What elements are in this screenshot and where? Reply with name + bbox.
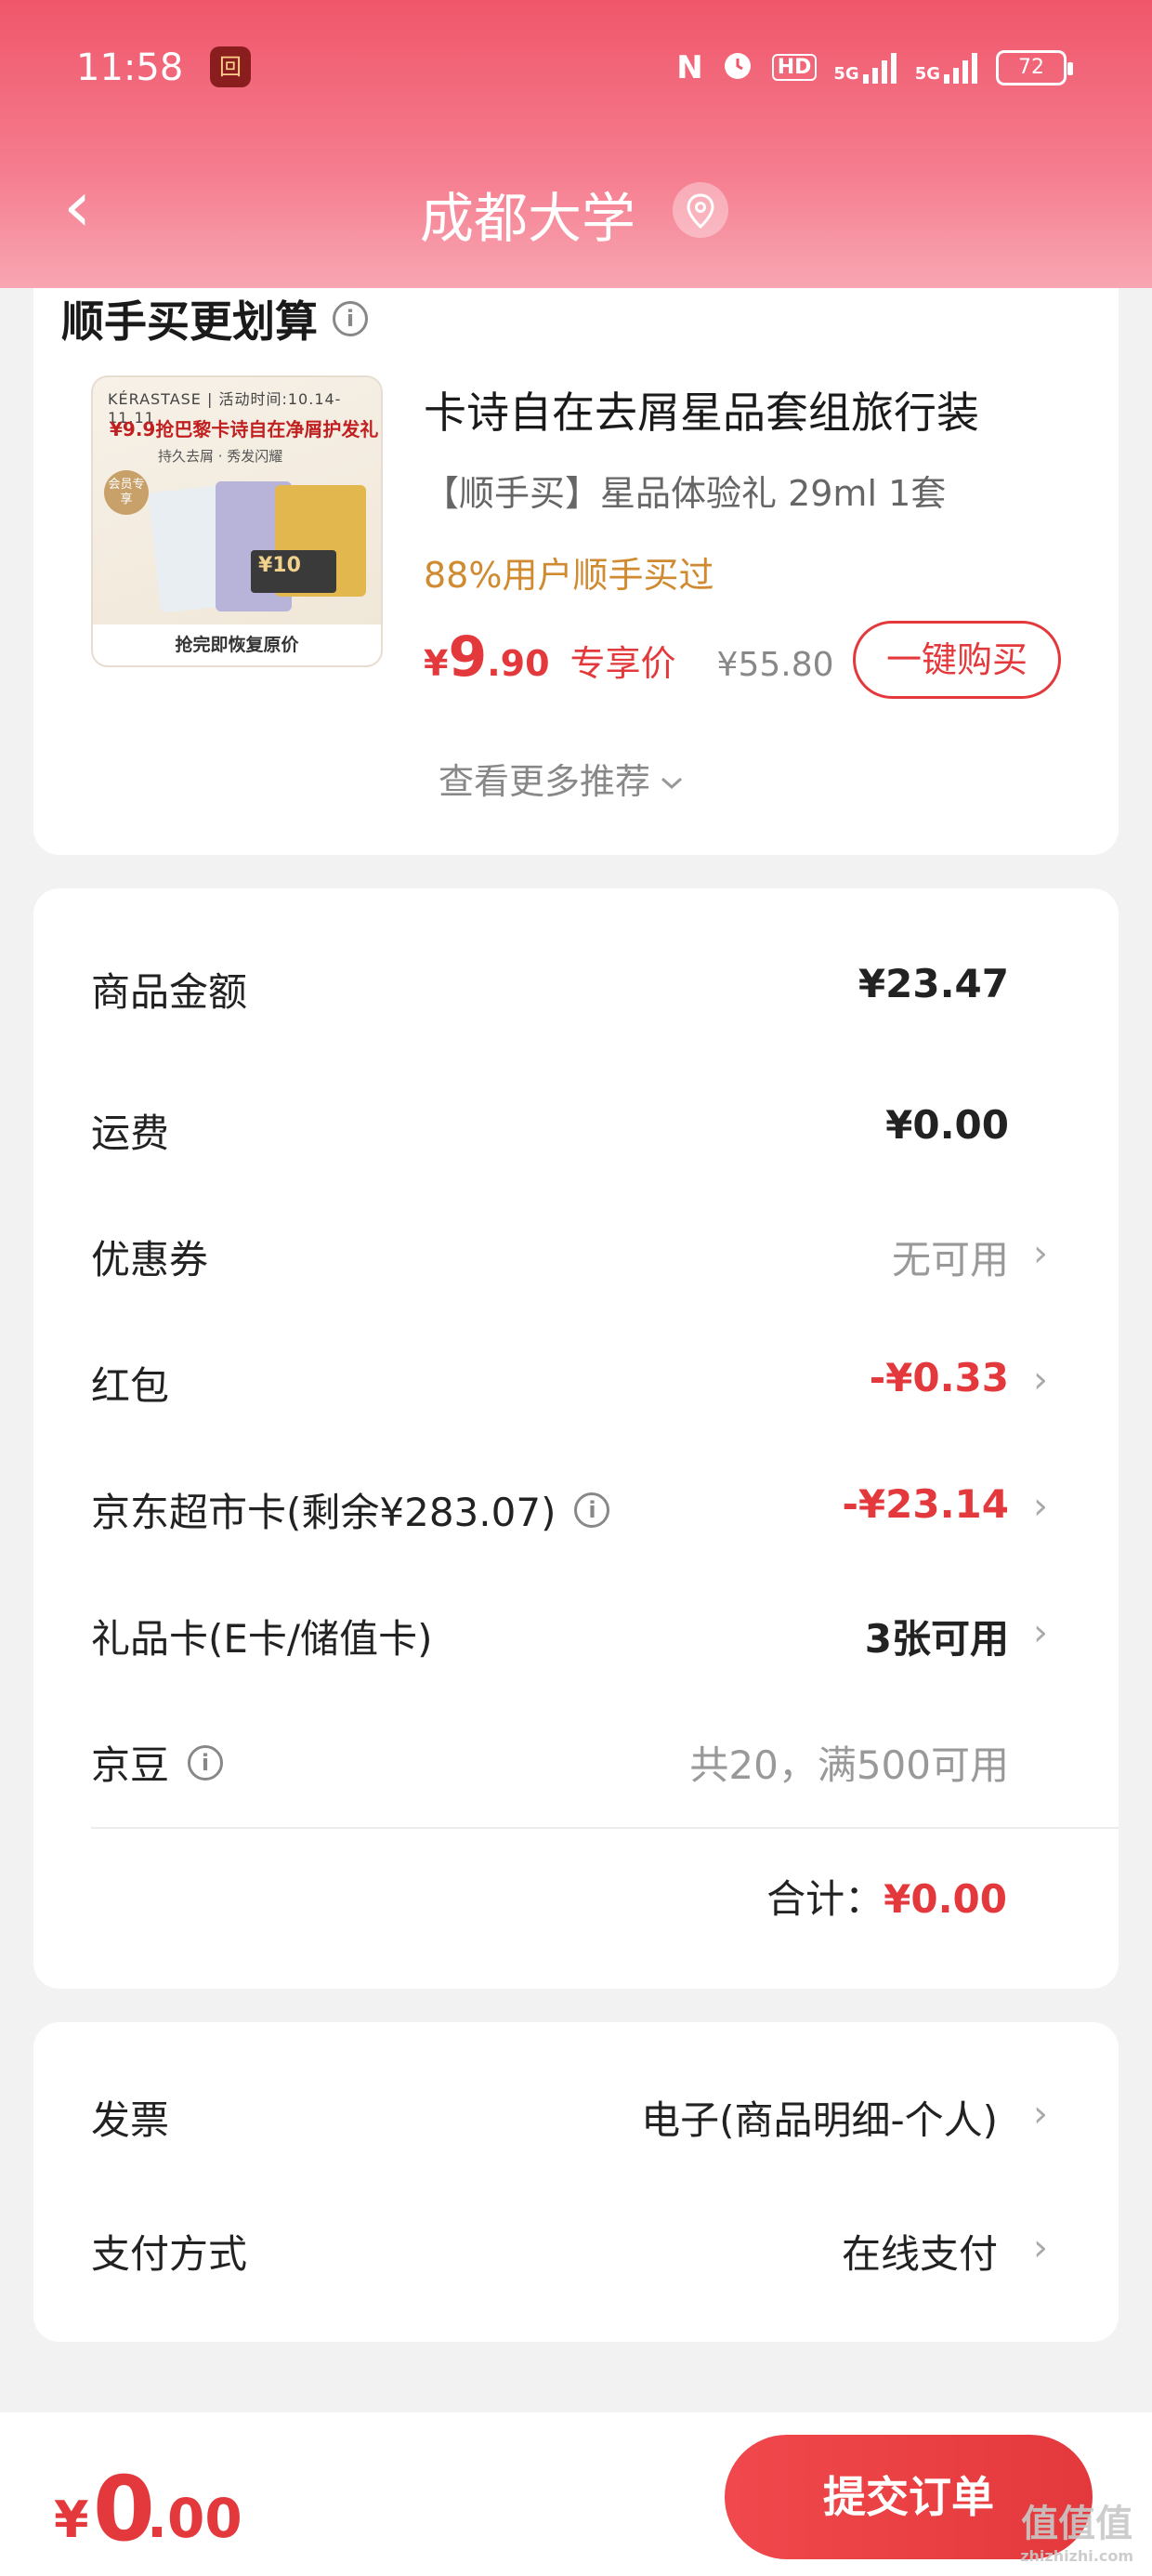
divider [91,1827,1119,1829]
row-value: -¥0.33 [869,1355,1009,1400]
row-label: 红包 [91,1363,170,1409]
location-pin-icon[interactable] [673,182,728,238]
info-icon[interactable]: i [574,1492,610,1528]
total-label: 合计： [766,1876,884,1922]
row-value: 电子(商品明细-个人) [641,2097,998,2143]
chevron-right-icon: › [1033,1232,1048,1275]
upsell-section-title: 顺手买更划算 i [61,288,368,349]
chevron-right-icon: › [1033,1359,1048,1401]
one-click-buy-button[interactable]: 一键购买 [853,621,1061,699]
watermark-text: 值值值 [1021,2503,1133,2545]
original-price: ¥55.80 [716,646,834,684]
order-total: 合计：¥0.00 [766,1868,1007,1925]
watermark-sub: zhizhizhi.com [1020,2547,1133,2565]
product-image-sub: 持久去屑 · 秀发闪耀 [158,448,283,465]
price-row: ¥ 9 .90 专享价 ¥55.80 [424,624,834,690]
summary-row-red-packet[interactable]: 红包 -¥0.33 › [91,1355,1067,1420]
info-icon[interactable]: i [188,1744,224,1781]
row-label: 礼品卡(E卡/储值卡) [91,1616,433,1662]
nav-bar: ‹ 成都大学 [0,158,1152,260]
invoice-row[interactable]: 发票 电子(商品明细-个人) › [91,2089,1067,2154]
summary-row-shipping: 运费 ¥0.00 [91,1102,1067,1167]
signal-5g-icon: 5G [833,52,897,84]
status-time: 11:58 [76,46,184,89]
product-desc: 【顺手买】星品体验礼 29ml 1套 [424,473,947,514]
hd-icon: HD [771,54,818,81]
nfc-icon: N [676,48,703,86]
chevron-down-icon [660,758,684,799]
app-notification-icon: 回 [210,46,251,87]
social-proof: 88%用户顺手买过 [424,555,714,596]
row-label: 运费 [91,1111,170,1156]
row-value: ¥23.47 [857,961,1009,1006]
status-icons: N HD 5G 5G 72 [676,46,1073,88]
row-label: 京豆 [91,1742,170,1788]
summary-row-coupon[interactable]: 优惠券 无可用 › [91,1229,1067,1294]
summary-row-supermarket-card[interactable]: 京东超市卡(剩余¥283.07) i -¥23.14 › [91,1481,1067,1546]
row-label: 商品金额 [91,969,248,1015]
row-value: 3张可用 [864,1616,1009,1662]
product-image-tag: 会员专享 [104,470,149,515]
row-value: ¥0.00 [885,1102,1009,1148]
bottom-bar: ¥ 0 .00 提交订单 值值值 zhizhizhi.com [0,2412,1152,2576]
signal-5g-label-2: 5G [914,63,940,84]
summary-row-gift-card[interactable]: 礼品卡(E卡/储值卡) 3张可用 › [91,1608,1067,1673]
upsell-title-text: 顺手买更划算 [61,296,318,347]
chevron-right-icon: › [1033,1485,1048,1528]
row-label: 优惠券 [91,1237,209,1282]
total-amount: ¥0.00 [884,1876,1007,1922]
more-recommendations-link[interactable]: 查看更多推荐 [439,753,684,804]
order-summary-card [33,888,1119,1989]
pay-amount-symbol: ¥ [54,2491,89,2549]
info-icon[interactable]: i [333,301,368,336]
chevron-right-icon: › [1033,2093,1048,2136]
product-name[interactable]: 卡诗自在去屑星品套组旅行装 [424,379,979,440]
price-symbol: ¥ [424,643,449,684]
pay-amount-integer: 0 [93,2457,155,2561]
header: 11:58 回 N HD 5G 5G 72 ‹ 成都大学 [0,0,1152,288]
row-value: 无可用 [891,1237,1009,1282]
battery-icon: 72 [996,49,1073,85]
chevron-right-icon: › [1033,2227,1048,2269]
order-options-card [33,2022,1119,2342]
status-bar: 11:58 回 N HD 5G 5G 72 [0,41,1152,97]
summary-row-jingdou: 京豆 i 共20，满500可用 [91,1734,1067,1799]
watermark: 值值值 zhizhizhi.com [1020,2493,1133,2565]
payment-method-row[interactable]: 支付方式 在线支付 › [91,2223,1067,2288]
alarm-icon [720,46,755,88]
product-image[interactable]: KÉRASTASE | 活动时间:10.14-11.11 ¥9.9抢巴黎卡诗自在… [91,375,383,667]
row-label: 支付方式 [91,2231,248,2277]
signal-5g-label: 5G [833,63,859,84]
page-title: 成都大学 [420,187,636,250]
row-label-group: 京豆 i [91,1734,224,1791]
more-recommendations-label: 查看更多推荐 [439,761,651,802]
chevron-right-icon: › [1033,1611,1048,1654]
price-decimal: .90 [487,643,550,684]
row-label: 发票 [91,2097,170,2143]
back-button[interactable]: ‹ [63,167,119,251]
row-value: -¥23.14 [842,1481,1009,1527]
price-label: 专享价 [569,643,676,684]
product-image-footer: 抢完即恢复原价 [93,624,381,665]
product-image-headline: ¥9.9抢巴黎卡诗自在净屑护发礼 [110,418,379,440]
row-label-group: 京东超市卡(剩余¥283.07) i [91,1481,610,1538]
row-value: 共20，满500可用 [689,1742,1009,1788]
pay-amount-decimal: .00 [147,2487,242,2550]
row-value: 在线支付 [841,2231,998,2277]
row-label: 京东超市卡(剩余¥283.07) [91,1490,556,1535]
product-image-coupon: ¥10 [251,550,336,593]
signal-5g-icon-2: 5G [915,52,979,84]
price-integer: 9 [448,624,488,690]
summary-row-goods: 商品金额 ¥23.47 [91,961,1067,1026]
